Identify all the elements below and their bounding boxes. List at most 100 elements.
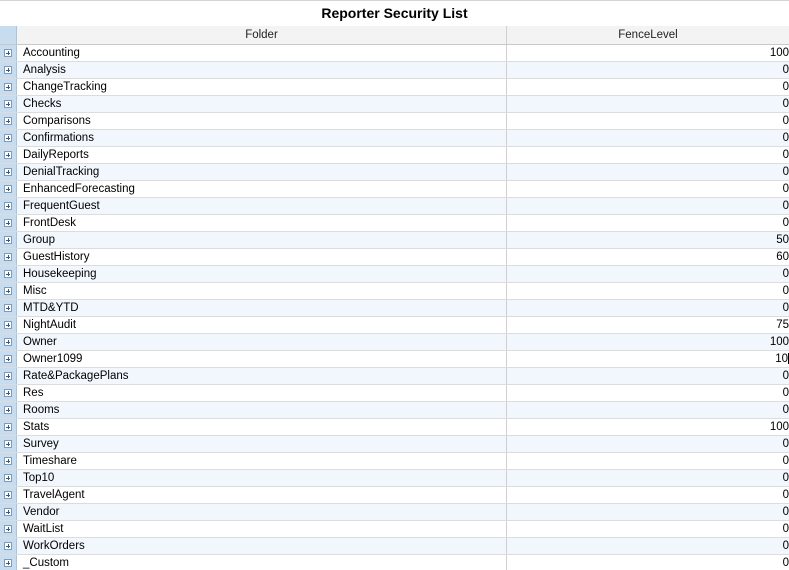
folder-cell[interactable]: MTD&YTD — [17, 300, 507, 316]
table-row[interactable]: Confirmations 0 — [0, 130, 789, 147]
row-selector[interactable] — [0, 436, 17, 452]
expand-plus-icon[interactable] — [4, 338, 12, 346]
fencelevel-cell[interactable]: 50 — [507, 232, 789, 248]
folder-cell[interactable]: TravelAgent — [17, 487, 507, 503]
row-selector[interactable] — [0, 368, 17, 384]
folder-cell[interactable]: DailyReports — [17, 147, 507, 163]
row-selector[interactable] — [0, 351, 17, 367]
expand-plus-icon[interactable] — [4, 219, 12, 227]
expand-plus-icon[interactable] — [4, 100, 12, 108]
expand-plus-icon[interactable] — [4, 542, 12, 550]
fencelevel-cell[interactable]: 0 — [507, 130, 789, 146]
row-selector[interactable] — [0, 538, 17, 554]
fencelevel-cell[interactable]: 0 — [507, 96, 789, 112]
table-row[interactable]: Vendor 0 — [0, 504, 789, 521]
row-selector[interactable] — [0, 96, 17, 112]
fencelevel-cell[interactable]: 60 — [507, 249, 789, 265]
expand-plus-icon[interactable] — [4, 151, 12, 159]
expand-plus-icon[interactable] — [4, 185, 12, 193]
folder-cell[interactable]: Timeshare — [17, 453, 507, 469]
folder-cell[interactable]: Misc — [17, 283, 507, 299]
row-selector[interactable] — [0, 232, 17, 248]
column-header-fencelevel[interactable]: FenceLevel — [507, 26, 789, 44]
fencelevel-cell[interactable]: 0 — [507, 181, 789, 197]
expand-plus-icon[interactable] — [4, 491, 12, 499]
row-selector[interactable] — [0, 402, 17, 418]
table-row[interactable]: MTD&YTD 0 — [0, 300, 789, 317]
table-row[interactable]: Survey 0 — [0, 436, 789, 453]
fencelevel-cell[interactable]: 0 — [507, 385, 789, 401]
fencelevel-cell[interactable]: 75 — [507, 317, 789, 333]
folder-cell[interactable]: Survey — [17, 436, 507, 452]
column-header-folder[interactable]: Folder — [17, 26, 507, 44]
expand-plus-icon[interactable] — [4, 287, 12, 295]
expand-plus-icon[interactable] — [4, 508, 12, 516]
expand-plus-icon[interactable] — [4, 168, 12, 176]
expand-plus-icon[interactable] — [4, 253, 12, 261]
row-selector[interactable] — [0, 113, 17, 129]
fencelevel-cell[interactable]: 0 — [507, 368, 789, 384]
row-selector[interactable] — [0, 266, 17, 282]
table-row[interactable]: Rooms 0 — [0, 402, 789, 419]
folder-cell[interactable]: _Custom — [17, 555, 507, 570]
fencelevel-cell[interactable]: 0 — [507, 215, 789, 231]
table-row[interactable]: Owner 100 — [0, 334, 789, 351]
fencelevel-cell[interactable]: 0 — [507, 470, 789, 486]
table-row[interactable]: WorkOrders 0 — [0, 538, 789, 555]
folder-cell[interactable]: Analysis — [17, 62, 507, 78]
row-selector[interactable] — [0, 334, 17, 350]
folder-cell[interactable]: Stats — [17, 419, 507, 435]
folder-cell[interactable]: Rooms — [17, 402, 507, 418]
table-row[interactable]: Top10 0 — [0, 470, 789, 487]
fencelevel-cell[interactable]: 0 — [507, 198, 789, 214]
expand-plus-icon[interactable] — [4, 406, 12, 414]
folder-cell[interactable]: Vendor — [17, 504, 507, 520]
table-row[interactable]: GuestHistory 60 — [0, 249, 789, 266]
fencelevel-cell[interactable]: 0 — [507, 538, 789, 554]
row-selector[interactable] — [0, 130, 17, 146]
row-selector[interactable] — [0, 385, 17, 401]
table-row[interactable]: _Custom 0 — [0, 555, 789, 570]
expand-plus-icon[interactable] — [4, 236, 12, 244]
folder-cell[interactable]: Res — [17, 385, 507, 401]
row-selector[interactable] — [0, 555, 17, 570]
table-row[interactable]: DenialTracking 0 — [0, 164, 789, 181]
expand-plus-icon[interactable] — [4, 83, 12, 91]
expand-plus-icon[interactable] — [4, 559, 12, 567]
row-selector[interactable] — [0, 453, 17, 469]
table-row[interactable]: FrontDesk 0 — [0, 215, 789, 232]
expand-plus-icon[interactable] — [4, 474, 12, 482]
fencelevel-cell[interactable]: 0 — [507, 436, 789, 452]
table-row[interactable]: DailyReports 0 — [0, 147, 789, 164]
fencelevel-cell[interactable]: 0 — [507, 402, 789, 418]
folder-cell[interactable]: Checks — [17, 96, 507, 112]
folder-cell[interactable]: Confirmations — [17, 130, 507, 146]
folder-cell[interactable]: EnhancedForecasting — [17, 181, 507, 197]
folder-cell[interactable]: Owner1099 — [17, 351, 507, 367]
folder-cell[interactable]: GuestHistory — [17, 249, 507, 265]
row-selector[interactable] — [0, 470, 17, 486]
expand-plus-icon[interactable] — [4, 304, 12, 312]
row-selector[interactable] — [0, 504, 17, 520]
row-selector[interactable] — [0, 521, 17, 537]
row-selector[interactable] — [0, 317, 17, 333]
fencelevel-cell[interactable]: 0 — [507, 113, 789, 129]
folder-cell[interactable]: WaitList — [17, 521, 507, 537]
table-row[interactable]: FrequentGuest 0 — [0, 198, 789, 215]
folder-cell[interactable]: Comparisons — [17, 113, 507, 129]
table-row[interactable]: WaitList 0 — [0, 521, 789, 538]
fencelevel-cell[interactable]: 0 — [507, 266, 789, 282]
table-row[interactable]: Accounting 100 — [0, 45, 789, 62]
fencelevel-cell[interactable]: 0 — [507, 504, 789, 520]
table-row[interactable]: Group 50 — [0, 232, 789, 249]
fencelevel-cell[interactable]: 0 — [507, 555, 789, 570]
expand-plus-icon[interactable] — [4, 321, 12, 329]
folder-cell[interactable]: DenialTracking — [17, 164, 507, 180]
folder-cell[interactable]: Group — [17, 232, 507, 248]
row-selector[interactable] — [0, 487, 17, 503]
row-selector[interactable] — [0, 215, 17, 231]
row-selector[interactable] — [0, 283, 17, 299]
folder-cell[interactable]: FrequentGuest — [17, 198, 507, 214]
fencelevel-cell[interactable]: 100 — [507, 334, 789, 350]
table-row[interactable]: Stats 100 — [0, 419, 789, 436]
